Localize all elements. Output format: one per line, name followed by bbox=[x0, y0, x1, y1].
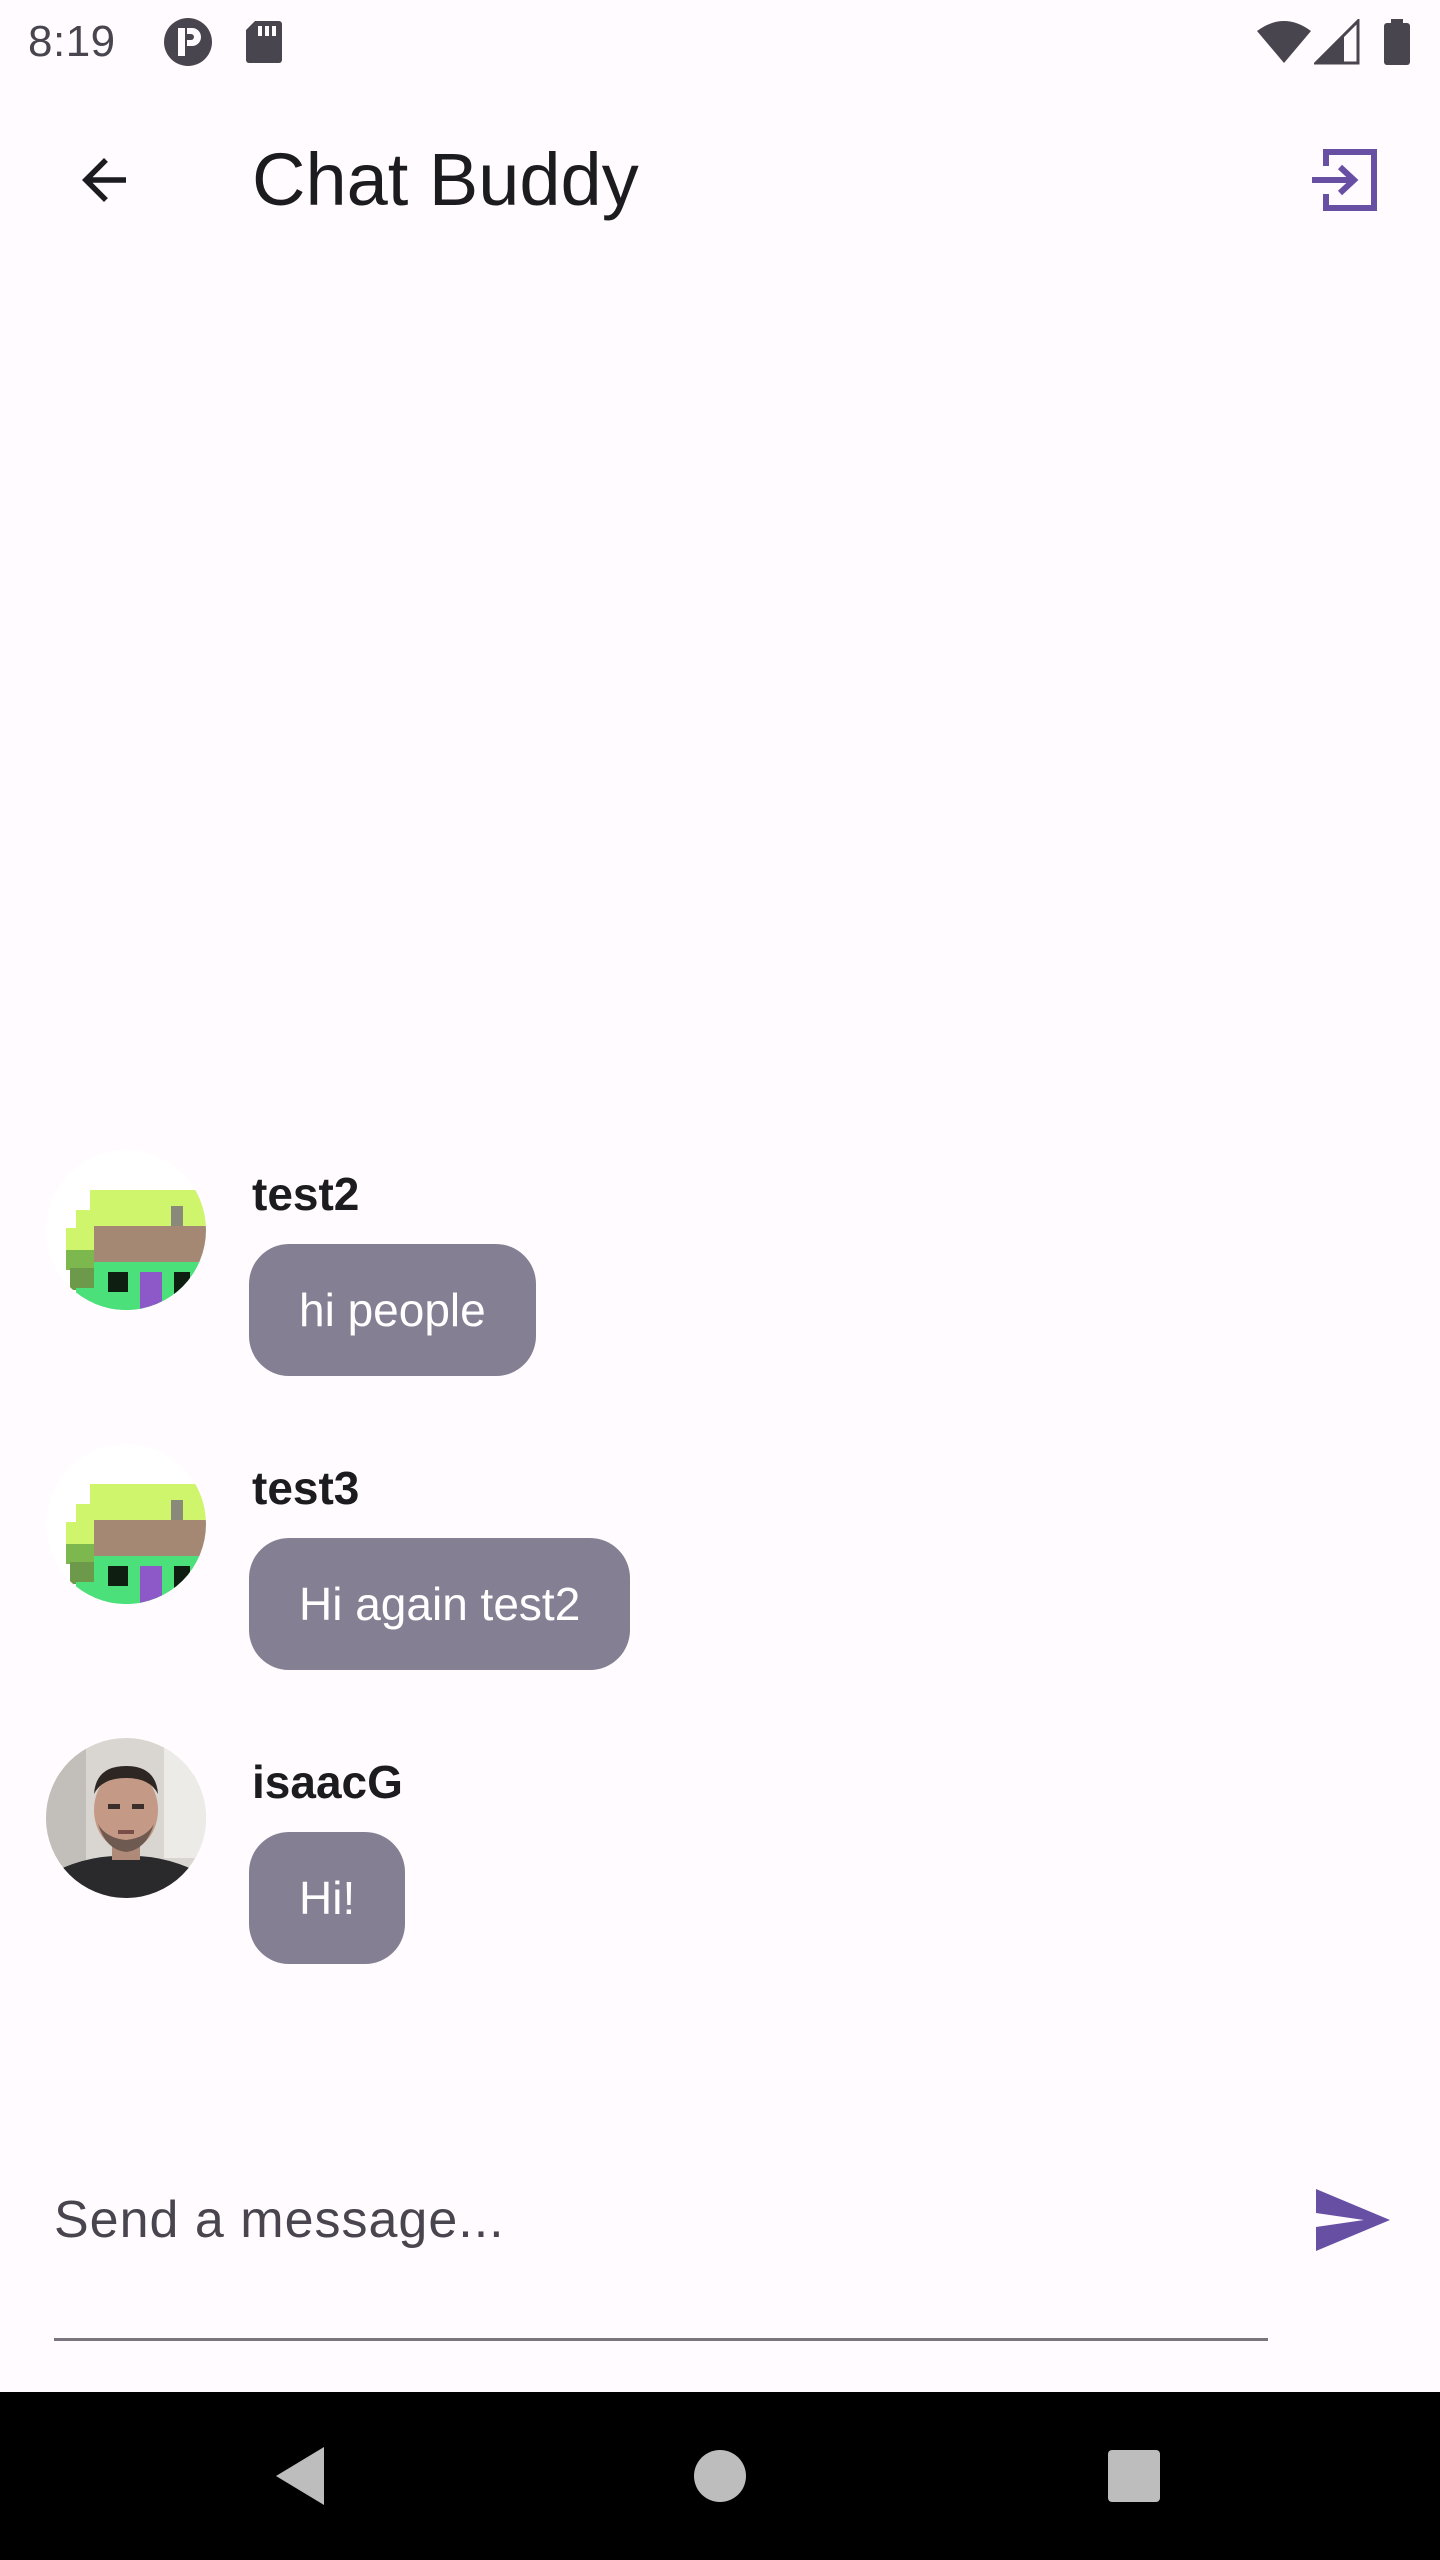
logout-button[interactable] bbox=[1288, 124, 1400, 236]
nav-home-button[interactable] bbox=[670, 2426, 770, 2526]
pixel-art-avatar-icon bbox=[46, 1150, 206, 1310]
message-item: test2 hi people bbox=[0, 1140, 1440, 1434]
message-list: test2 hi people test3 Hi again test2 isa… bbox=[0, 1140, 1440, 2022]
message-input[interactable] bbox=[54, 2170, 1268, 2270]
input-underline bbox=[54, 2338, 1268, 2341]
cell-signal-icon bbox=[1312, 14, 1362, 70]
message-bubble[interactable]: Hi again test2 bbox=[249, 1538, 631, 1670]
arrow-back-icon bbox=[82, 158, 126, 202]
message-sender: test2 bbox=[252, 1168, 360, 1220]
battery-icon bbox=[1380, 14, 1414, 70]
send-icon bbox=[1316, 2189, 1390, 2251]
message-bubble[interactable]: Hi! bbox=[249, 1832, 406, 1964]
avatar[interactable] bbox=[46, 1444, 206, 1604]
avatar[interactable] bbox=[46, 1150, 206, 1310]
send-button[interactable] bbox=[1292, 2160, 1412, 2280]
message-sender: test3 bbox=[252, 1462, 360, 1514]
photo-avatar-icon bbox=[46, 1738, 206, 1898]
sd-card-icon bbox=[244, 14, 284, 70]
status-time: 8:19 bbox=[28, 17, 116, 66]
pixel-art-avatar-icon bbox=[46, 1444, 206, 1604]
back-triangle-icon bbox=[276, 2447, 324, 2505]
message-item: isaacG Hi! bbox=[0, 1728, 1440, 2022]
nav-back-button[interactable] bbox=[250, 2426, 350, 2526]
message-sender: isaacG bbox=[252, 1756, 403, 1808]
home-circle-icon bbox=[694, 2450, 746, 2502]
message-item: test3 Hi again test2 bbox=[0, 1434, 1440, 1728]
nav-recents-button[interactable] bbox=[1084, 2426, 1184, 2526]
back-button[interactable] bbox=[48, 124, 160, 236]
wifi-icon bbox=[1254, 14, 1314, 70]
app-badge-icon bbox=[160, 14, 216, 70]
app-bar: Chat Buddy bbox=[0, 84, 1440, 276]
message-composer bbox=[0, 2140, 1440, 2341]
recents-square-icon bbox=[1108, 2450, 1160, 2502]
message-bubble[interactable]: hi people bbox=[249, 1244, 536, 1376]
status-bar: 8:19 bbox=[0, 0, 1440, 84]
logout-icon bbox=[1312, 149, 1377, 211]
page-title: Chat Buddy bbox=[252, 138, 639, 221]
system-nav-bar bbox=[0, 2392, 1440, 2560]
avatar[interactable] bbox=[46, 1738, 206, 1898]
